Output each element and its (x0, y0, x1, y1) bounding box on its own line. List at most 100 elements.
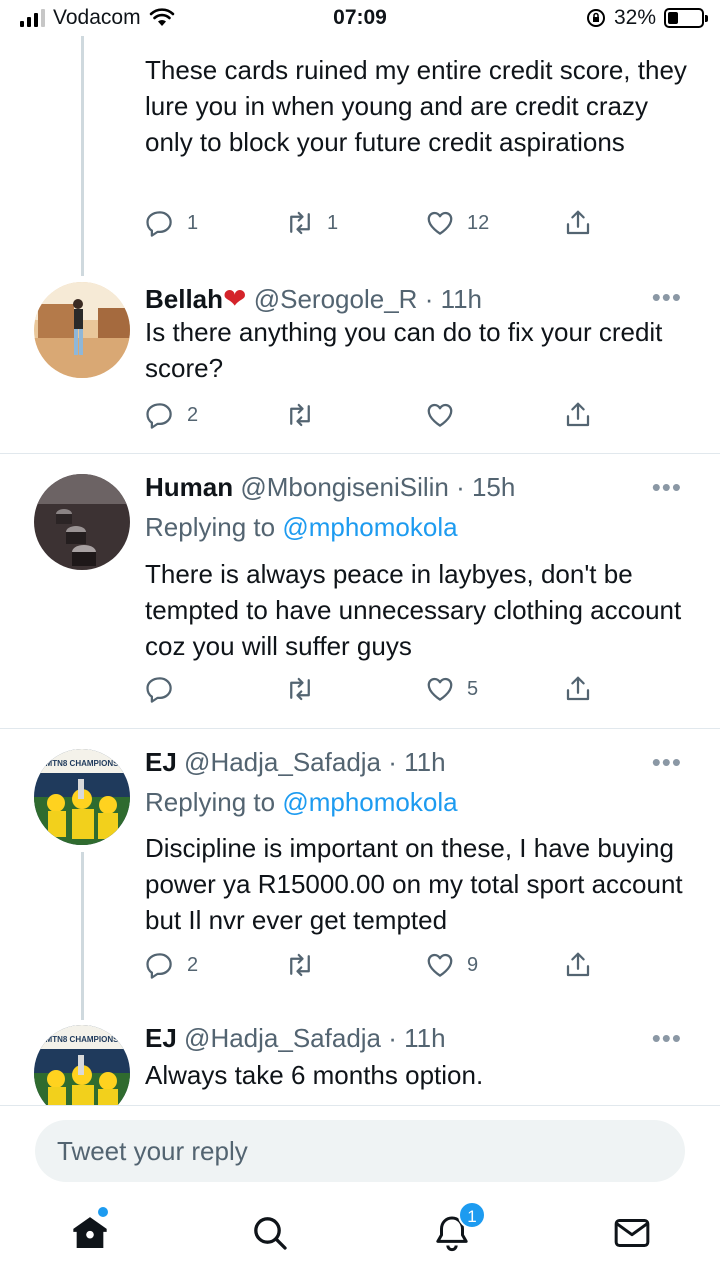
avatar[interactable] (34, 474, 130, 570)
tab-search[interactable] (250, 1213, 294, 1257)
replying-to-label: Replying to (145, 787, 276, 817)
display-name[interactable]: Bellah (145, 284, 223, 314)
reply-icon (146, 677, 172, 703)
like-button[interactable]: 12 (425, 206, 489, 240)
tweet-header: Bellah❤ @Serogole_R · 11h (145, 282, 482, 315)
replying-to: Replying to @mphomokola (145, 787, 458, 818)
retweet-icon (290, 403, 310, 427)
handle[interactable]: @Hadja_Safadja (184, 1023, 381, 1053)
tweet-text: Always take 6 months option. (145, 1060, 484, 1090)
bottom-tab-bar: 1 (0, 1195, 720, 1280)
reply-bar: Tweet your reply (0, 1105, 720, 1195)
reply-button[interactable] (145, 672, 175, 706)
status-bar: Vodacom 07:09 32% (0, 0, 720, 36)
display-name[interactable]: Human (145, 472, 233, 502)
avatar[interactable]: MTN8 CHAMPIONS (34, 749, 130, 845)
timestamp: · 11h (388, 747, 446, 777)
replying-to: Replying to @mphomokola (145, 512, 458, 543)
replying-to-label: Replying to (145, 512, 276, 542)
tweet-text: These cards ruined my entire credit scor… (145, 55, 687, 157)
retweet-icon (290, 953, 310, 977)
retweet-button[interactable] (285, 948, 315, 982)
like-button[interactable]: 5 (425, 672, 478, 706)
share-button[interactable] (563, 672, 593, 706)
tweet[interactable]: Human @MbongiseniSilin · 15h ••• Replyin… (0, 454, 720, 728)
handle[interactable]: @Hadja_Safadja (184, 747, 381, 777)
like-count: 9 (467, 953, 479, 976)
avatar-text: MTN8 CHAMPIONS (46, 1035, 120, 1044)
handle[interactable]: @Serogole_R (254, 284, 418, 314)
retweet-button[interactable]: 1 (285, 206, 338, 240)
search-icon (254, 1217, 287, 1250)
tweet-reply-input[interactable]: Tweet your reply (35, 1120, 685, 1182)
tweet-actions: 2 9 (145, 948, 605, 982)
retweet-icon (290, 211, 310, 235)
reply-button[interactable]: 1 (145, 206, 198, 240)
tweet[interactable]: MTN8 CHAMPIONS EJ @Hadja_Safadja · 11h •… (0, 729, 720, 1009)
share-icon (566, 676, 590, 701)
unread-dot (98, 1207, 108, 1217)
like-button[interactable] (425, 398, 455, 432)
tweet-actions: 2 (145, 398, 605, 432)
retweet-icon (290, 677, 310, 701)
share-icon (566, 402, 590, 427)
tweet-text: Is there anything you can do to fix your… (145, 317, 663, 383)
tweet-text: Discipline is important on these, I have… (145, 833, 683, 935)
replying-to-handle[interactable]: @mphomokola (282, 512, 457, 542)
display-name[interactable]: EJ (145, 747, 177, 777)
retweet-count: 1 (327, 211, 339, 234)
rotation-lock-icon (586, 9, 605, 27)
reply-button[interactable]: 2 (145, 398, 198, 432)
avatar[interactable] (34, 282, 130, 378)
tweet[interactable]: MTN8 CHAMPIONS EJ @Hadja_Safadja · 11h •… (0, 1009, 720, 1105)
battery-icon (664, 8, 708, 28)
timestamp: · 11h (424, 284, 483, 314)
avatar[interactable]: MTN8 CHAMPIONS (34, 1025, 130, 1105)
tweet-header: Human @MbongiseniSilin · 15h (145, 472, 515, 503)
reply-icon (146, 403, 172, 429)
tweet-text: There is always peace in laybyes, don't … (145, 559, 682, 661)
reply-icon (146, 953, 172, 979)
reply-button[interactable]: 2 (145, 948, 198, 982)
heart-icon (427, 403, 453, 427)
share-button[interactable] (563, 206, 593, 240)
share-icon (566, 952, 590, 977)
heart-icon (427, 953, 453, 977)
more-options-icon[interactable]: ••• (652, 747, 682, 778)
like-button[interactable]: 9 (425, 948, 478, 982)
heart-icon (427, 211, 453, 235)
retweet-button[interactable] (285, 672, 315, 706)
tweet-header: EJ @Hadja_Safadja · 11h (145, 747, 446, 778)
avatar-text: MTN8 CHAMPIONS (46, 759, 120, 768)
tab-home[interactable] (70, 1207, 114, 1257)
reply-count: 2 (187, 403, 199, 426)
like-count: 5 (467, 677, 479, 700)
home-icon (73, 1217, 107, 1248)
handle[interactable]: @MbongiseniSilin (240, 472, 449, 502)
tab-notifications[interactable]: 1 (432, 1201, 486, 1257)
share-button[interactable] (563, 398, 593, 432)
reply-count: 1 (187, 211, 199, 234)
share-icon (566, 210, 590, 235)
replying-to-handle[interactable]: @mphomokola (282, 787, 457, 817)
display-name[interactable]: EJ (145, 1023, 177, 1053)
tweet-header: EJ @Hadja_Safadja · 11h (145, 1023, 446, 1054)
retweet-button[interactable] (285, 398, 315, 432)
tab-messages[interactable] (612, 1213, 656, 1257)
notification-badge: 1 (458, 1201, 486, 1229)
mail-icon (614, 1219, 650, 1247)
tweet[interactable]: These cards ruined my entire credit scor… (0, 0, 720, 270)
tweet-actions: 1 1 12 (145, 206, 605, 240)
reply-icon (146, 211, 172, 237)
battery-percent: 32% (613, 6, 656, 29)
share-button[interactable] (563, 948, 593, 982)
heart-emoji: ❤ (223, 283, 247, 314)
more-options-icon[interactable]: ••• (652, 282, 682, 313)
reply-count: 2 (187, 953, 199, 976)
more-options-icon[interactable]: ••• (652, 1023, 682, 1054)
timestamp: · 15h (456, 472, 516, 502)
more-options-icon[interactable]: ••• (652, 472, 682, 503)
heart-icon (427, 677, 453, 701)
tweet[interactable]: Bellah❤ @Serogole_R · 11h ••• Is there a… (0, 270, 720, 453)
like-count: 12 (467, 211, 490, 234)
